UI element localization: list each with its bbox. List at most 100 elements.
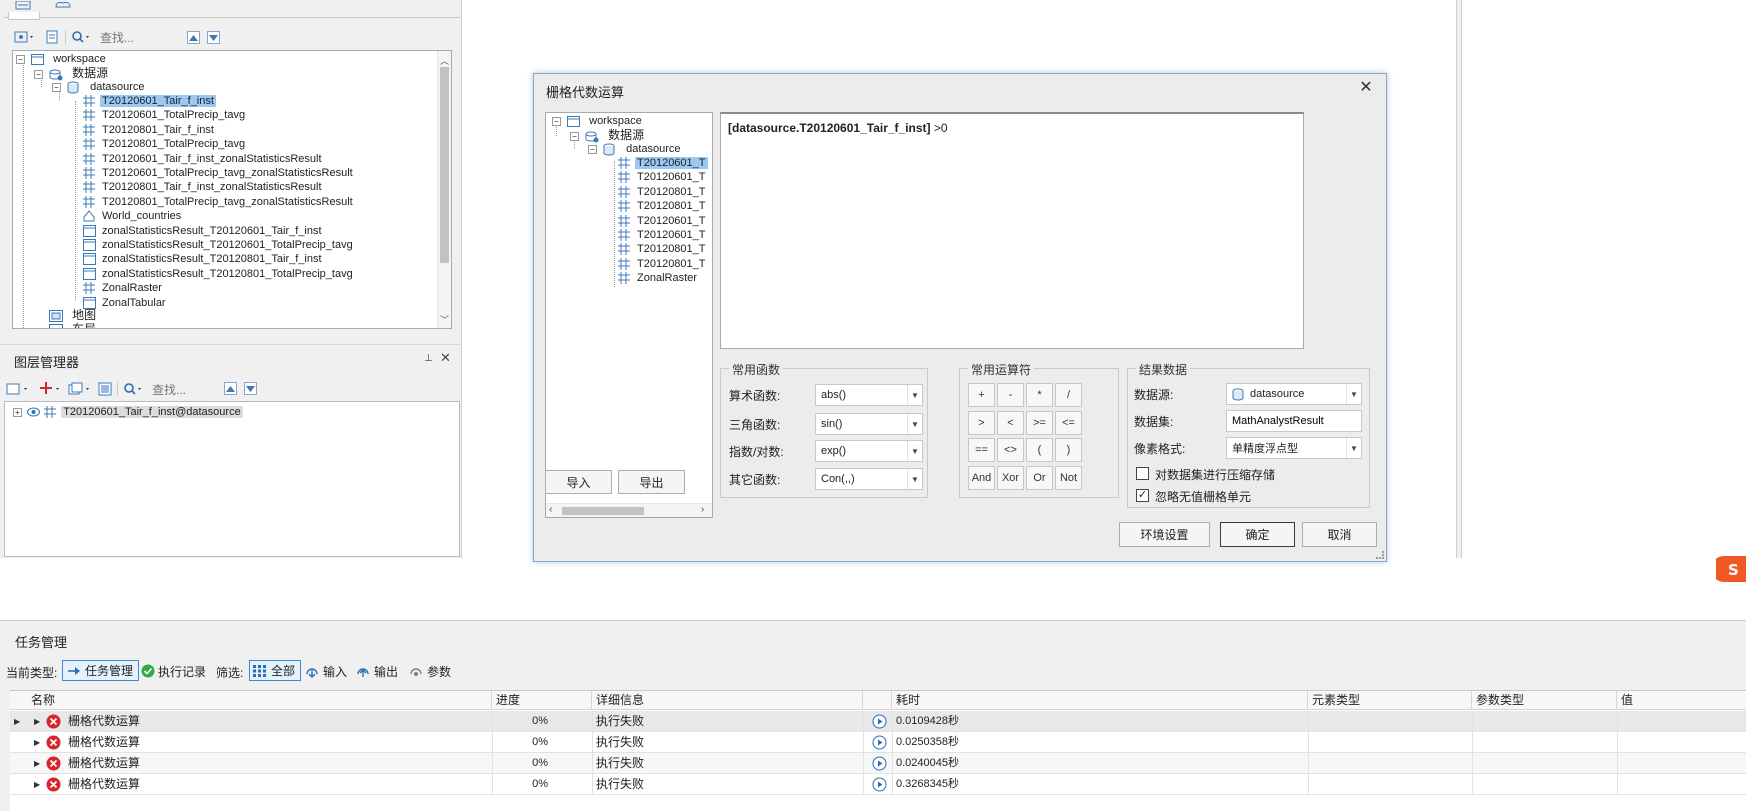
ignore-nodata-checkbox[interactable]: ✓	[1136, 489, 1149, 502]
expression-editor[interactable]: [datasource.T20120601_Tair_f_inst] >0	[720, 112, 1304, 349]
compress-checkbox[interactable]	[1136, 467, 1149, 480]
layer-search-input[interactable]	[152, 382, 218, 398]
operator-button[interactable]: <>	[997, 438, 1024, 462]
task-row[interactable]: ▶ 栅格代数运算 0% 执行失败 0.0250358秒	[10, 732, 1746, 753]
filter-output-toggle[interactable]: 输出	[355, 662, 398, 680]
pixel-format-select[interactable]: 单精度浮点型 ▼	[1226, 437, 1362, 459]
filter-all-toggle[interactable]: 全部	[249, 660, 301, 681]
expand-row-icon[interactable]: ▶	[34, 753, 40, 774]
play-icon[interactable]	[872, 777, 887, 792]
dialog-dataset-tree[interactable]: − workspace − 数据源 − datasource T20120601…	[545, 112, 713, 518]
visibility-eye-icon[interactable]	[27, 407, 41, 417]
collapse-icon[interactable]: −	[34, 69, 43, 79]
col-header-name[interactable]: 名称	[27, 691, 492, 710]
play-icon[interactable]	[872, 714, 887, 729]
operator-button[interactable]: ==	[968, 438, 995, 462]
col-header-progress[interactable]: 进度	[492, 691, 592, 710]
ok-button[interactable]: 确定	[1220, 522, 1295, 547]
collapse-icon[interactable]: −	[52, 82, 61, 92]
play-icon[interactable]	[872, 735, 887, 750]
col-header-element-type[interactable]: 元素类型	[1308, 691, 1472, 710]
dropdown-arrow-icon[interactable]: ▼	[1346, 438, 1361, 458]
cancel-button[interactable]: 取消	[1302, 522, 1377, 547]
dropdown-arrow-icon[interactable]: ▼	[907, 441, 922, 461]
expand-row-icon[interactable]: ▶	[34, 732, 40, 753]
other-function-select[interactable]: Con(,,) ▼	[815, 468, 923, 490]
collapse-icon[interactable]: −	[570, 131, 579, 141]
operator-button[interactable]: Xor	[997, 465, 1024, 490]
scroll-left-arrow[interactable]: ‹	[549, 504, 552, 515]
close-panel-icon[interactable]: ✕	[440, 350, 451, 366]
tree-scrollbar[interactable]: ︿ ﹀	[437, 51, 451, 328]
task-row[interactable]: ▶ ▶ 栅格代数运算 0% 执行失败 0.0109428秒	[10, 711, 1746, 732]
workspace-tab-icon[interactable]	[14, 0, 32, 10]
workspace-search-input[interactable]	[100, 30, 182, 46]
operator-button[interactable]: )	[1055, 438, 1082, 462]
expand-row-icon[interactable]: ▶	[34, 711, 40, 732]
exec-record-toggle[interactable]: 执行记录	[141, 662, 206, 680]
operator-button[interactable]: (	[1026, 438, 1053, 462]
operator-button[interactable]: <	[997, 410, 1024, 435]
import-button[interactable]: 导入	[545, 470, 612, 494]
operator-button[interactable]: Or	[1026, 465, 1053, 490]
layer-style-icon[interactable]	[98, 382, 112, 396]
search-prev-button[interactable]	[187, 31, 200, 44]
view-menu-icon[interactable]	[14, 30, 36, 44]
operator-button[interactable]: *	[1026, 383, 1053, 407]
dlg-tree-node-dataset[interactable]: ZonalRaster	[618, 270, 699, 286]
scroll-thumb[interactable]	[562, 507, 644, 515]
operator-button[interactable]: /	[1055, 383, 1082, 407]
workspace-tree[interactable]: − workspace − 数据源 − datasource T20120601…	[12, 50, 452, 329]
expand-row-icon[interactable]: ▶	[34, 774, 40, 795]
result-datasource-select[interactable]: datasource ▼	[1226, 383, 1362, 405]
layer-group-icon[interactable]	[68, 382, 94, 396]
layer-item[interactable]: + T20120601_Tair_f_inst@datasource	[13, 404, 243, 420]
collapse-icon[interactable]: −	[588, 144, 597, 154]
task-mgmt-toggle[interactable]: 任务管理	[62, 660, 139, 681]
dropdown-arrow-icon[interactable]: ▼	[1346, 384, 1361, 404]
col-header-time[interactable]: 耗时	[892, 691, 1308, 710]
operator-button[interactable]: Not	[1055, 465, 1082, 490]
collapse-icon[interactable]: −	[552, 116, 561, 126]
open-file-icon[interactable]	[45, 30, 59, 44]
scroll-thumb[interactable]	[440, 67, 449, 263]
export-button[interactable]: 导出	[618, 470, 685, 494]
col-header-detail[interactable]: 详细信息	[592, 691, 863, 710]
layer-tree[interactable]: + T20120601_Tair_f_inst@datasource	[4, 401, 460, 557]
resource-tab-icon[interactable]	[54, 0, 72, 10]
tree-node-layouts[interactable]: 布局	[34, 321, 98, 328]
operator-button[interactable]: <=	[1055, 410, 1082, 435]
task-row[interactable]: ▶ 栅格代数运算 0% 执行失败 0.0240045秒	[10, 753, 1746, 774]
layer-next-button[interactable]	[244, 382, 257, 395]
scroll-down-arrow[interactable]: ﹀	[440, 313, 449, 326]
dialog-tree-hscroll[interactable]: ‹ ›	[546, 503, 712, 517]
layer-search-icon[interactable]	[123, 382, 145, 396]
layer-prev-button[interactable]	[224, 382, 237, 395]
filter-param-toggle[interactable]: 参数	[408, 662, 451, 680]
search-icon[interactable]	[71, 30, 93, 44]
dropdown-arrow-icon[interactable]: ▼	[907, 385, 922, 405]
dropdown-arrow-icon[interactable]: ▼	[907, 469, 922, 489]
scroll-right-arrow[interactable]: ›	[701, 504, 704, 515]
dialog-close-button[interactable]: ✕	[1356, 78, 1376, 98]
pin-icon[interactable]: ⊥	[424, 353, 433, 364]
add-icon[interactable]	[40, 380, 66, 396]
filter-input-toggle[interactable]: 输入	[304, 662, 347, 680]
arith-function-select[interactable]: abs() ▼	[815, 384, 923, 406]
operator-button[interactable]: >	[968, 410, 995, 435]
operator-button[interactable]: >=	[1026, 410, 1053, 435]
exp-function-select[interactable]: exp() ▼	[815, 440, 923, 462]
scroll-up-arrow[interactable]: ︿	[440, 54, 449, 67]
operator-button[interactable]: -	[997, 383, 1024, 407]
resize-grip-icon[interactable]	[1376, 551, 1384, 559]
collapse-icon[interactable]: −	[16, 54, 25, 64]
env-settings-button[interactable]: 环境设置	[1119, 522, 1210, 547]
trig-function-select[interactable]: sin() ▼	[815, 413, 923, 435]
operator-button[interactable]: +	[968, 383, 995, 407]
dropdown-arrow-icon[interactable]: ▼	[907, 414, 922, 434]
task-row[interactable]: ▶ 栅格代数运算 0% 执行失败 0.3268345秒	[10, 774, 1746, 795]
expand-icon[interactable]: +	[13, 407, 22, 417]
search-next-button[interactable]	[207, 31, 220, 44]
input-method-logo[interactable]: S	[1711, 554, 1746, 584]
new-layer-icon[interactable]	[6, 382, 32, 396]
